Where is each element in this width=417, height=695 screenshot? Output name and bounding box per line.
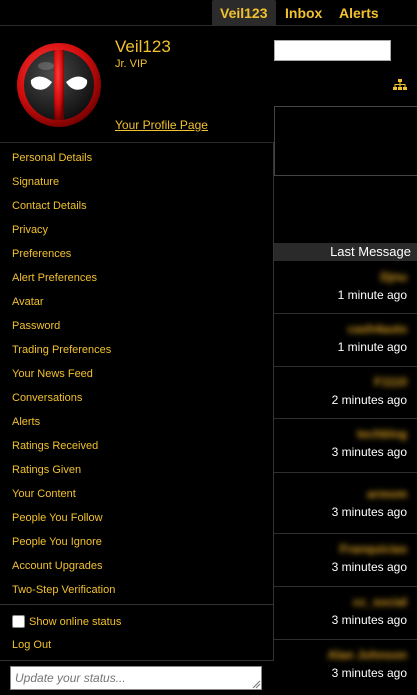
resize-grip-icon[interactable] xyxy=(252,680,261,689)
menu-account-upgrades[interactable]: Account Upgrades xyxy=(12,559,103,573)
menu-your-content[interactable]: Your Content xyxy=(12,487,76,501)
profile-username[interactable]: Veil123 xyxy=(115,37,171,57)
nav-inbox-tab[interactable]: Inbox xyxy=(277,0,330,26)
last-poster[interactable]: Alan Johnson xyxy=(274,648,407,662)
profile-header: Veil123 Jr. VIP Your Profile Page xyxy=(0,26,274,143)
menu-avatar[interactable]: Avatar xyxy=(12,295,44,309)
user-title: Jr. VIP xyxy=(115,58,148,70)
show-online-row[interactable]: Show online status xyxy=(12,615,121,628)
menu-conversations[interactable]: Conversations xyxy=(12,391,82,405)
status-update-input[interactable] xyxy=(10,666,262,690)
menu-privacy[interactable]: Privacy xyxy=(12,223,48,237)
last-message-time: 3 minutes ago xyxy=(331,666,407,680)
nav-alerts-tab[interactable]: Alerts xyxy=(331,0,387,26)
thread-row[interactable]: cash4auto 1 minute ago xyxy=(274,314,417,367)
deadpool-avatar-icon[interactable] xyxy=(16,42,102,128)
thread-row[interactable]: cc_social 3 minutes ago xyxy=(274,587,417,640)
thread-row[interactable]: Djnu 1 minute ago xyxy=(274,262,417,314)
background-panel xyxy=(274,106,417,176)
last-message-time: 3 minutes ago xyxy=(331,505,407,519)
last-message-header: Last Message xyxy=(274,243,417,261)
menu-ratings-given[interactable]: Ratings Given xyxy=(12,463,81,477)
last-poster[interactable]: Djnu xyxy=(274,270,407,284)
last-message-time: 1 minute ago xyxy=(337,340,407,354)
menu-personal-details[interactable]: Personal Details xyxy=(12,151,92,165)
last-poster[interactable]: cc_social xyxy=(274,595,407,609)
menu-people-you-ignore[interactable]: People You Ignore xyxy=(12,535,102,549)
menu-news-feed[interactable]: Your News Feed xyxy=(12,367,93,381)
show-online-checkbox[interactable] xyxy=(12,615,25,628)
menu-two-step-verification[interactable]: Two-Step Verification xyxy=(12,583,115,597)
profile-page-link[interactable]: Your Profile Page xyxy=(115,118,208,132)
thread-row[interactable]: techblog 3 minutes ago xyxy=(274,419,417,473)
account-menu-panel: Veil123 Jr. VIP Your Profile Page Person… xyxy=(0,26,274,695)
top-navigation: Veil123 Inbox Alerts xyxy=(0,0,417,26)
thread-row[interactable]: F1110 2 minutes ago xyxy=(274,367,417,419)
menu-ratings-received[interactable]: Ratings Received xyxy=(12,439,98,453)
nav-user-tab[interactable]: Veil123 xyxy=(212,0,276,26)
thread-row[interactable]: armom 3 minutes ago xyxy=(274,473,417,534)
last-poster[interactable]: techblog xyxy=(274,427,407,441)
menu-alert-preferences[interactable]: Alert Preferences xyxy=(12,271,97,285)
menu-trading-preferences[interactable]: Trading Preferences xyxy=(12,343,111,357)
menu-people-you-follow[interactable]: People You Follow xyxy=(12,511,103,525)
menu-signature[interactable]: Signature xyxy=(12,175,59,189)
last-message-time: 3 minutes ago xyxy=(331,613,407,627)
last-poster[interactable]: Franquicias xyxy=(274,542,407,556)
account-menu-list: Personal Details Signature Contact Detai… xyxy=(0,143,274,605)
menu-preferences[interactable]: Preferences xyxy=(12,247,71,261)
logout-link[interactable]: Log Out xyxy=(12,639,51,651)
menu-contact-details[interactable]: Contact Details xyxy=(12,199,87,213)
last-poster[interactable]: cash4auto xyxy=(274,322,407,336)
menu-alerts[interactable]: Alerts xyxy=(12,415,40,429)
last-message-time: 1 minute ago xyxy=(337,288,407,302)
last-message-time: 2 minutes ago xyxy=(331,393,407,407)
menu-password[interactable]: Password xyxy=(12,319,60,333)
thread-row[interactable]: Alan Johnson 3 minutes ago xyxy=(274,640,417,695)
thread-row[interactable]: Franquicias 3 minutes ago xyxy=(274,534,417,587)
last-message-time: 3 minutes ago xyxy=(331,445,407,459)
sitemap-icon[interactable] xyxy=(393,78,407,96)
last-poster[interactable]: armom xyxy=(274,487,407,501)
search-input[interactable] xyxy=(274,40,391,61)
last-message-time: 3 minutes ago xyxy=(331,560,407,574)
account-menu-footer: Show online status Log Out xyxy=(0,605,274,661)
last-poster[interactable]: F1110 xyxy=(274,375,407,389)
show-online-label[interactable]: Show online status xyxy=(29,616,121,628)
